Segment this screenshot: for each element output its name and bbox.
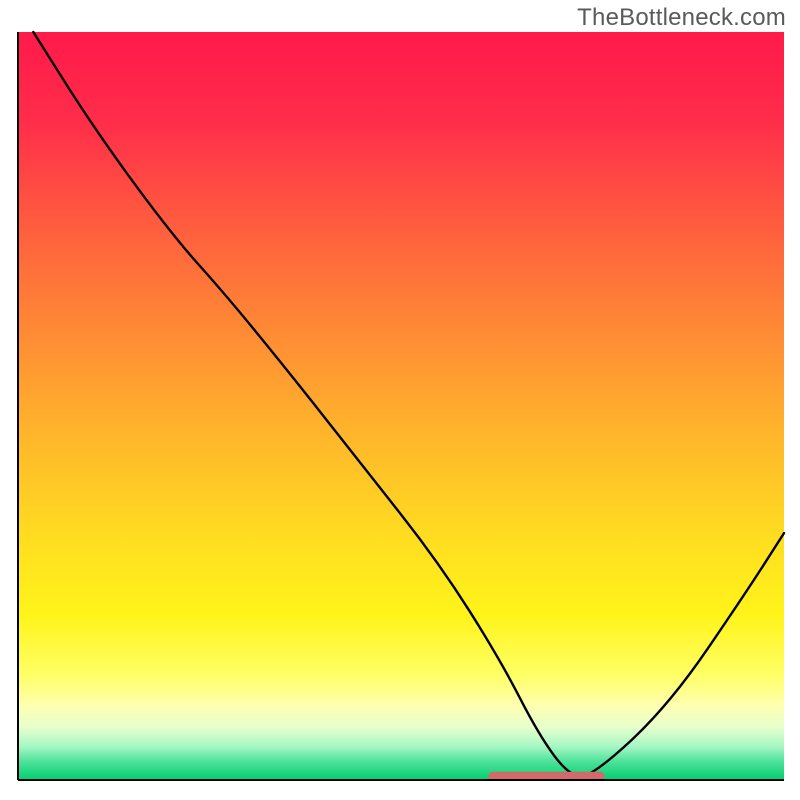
watermark-text: TheBottleneck.com [577,4,786,32]
chart-container: TheBottleneck.com [0,0,800,800]
bottleneck-chart [0,0,800,800]
plot-background [18,32,784,780]
